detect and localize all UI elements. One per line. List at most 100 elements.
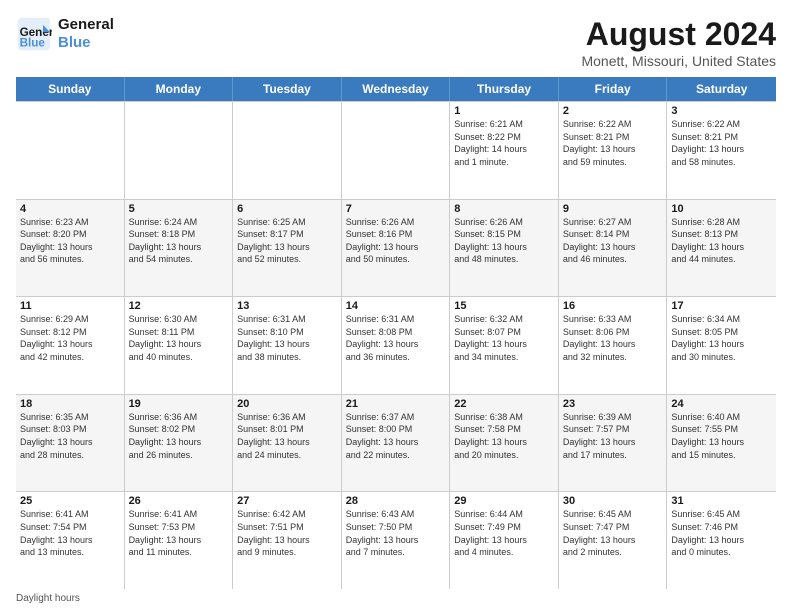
day-number: 10 bbox=[671, 203, 772, 215]
cell-text: Sunrise: 6:41 AM Sunset: 7:54 PM Dayligh… bbox=[20, 508, 120, 558]
calendar-cell: 7Sunrise: 6:26 AM Sunset: 8:16 PM Daylig… bbox=[342, 200, 451, 297]
logo-icon: General Blue bbox=[16, 16, 52, 52]
cell-text: Sunrise: 6:28 AM Sunset: 8:13 PM Dayligh… bbox=[671, 216, 772, 266]
cell-text: Sunrise: 6:26 AM Sunset: 8:15 PM Dayligh… bbox=[454, 216, 554, 266]
cell-text: Sunrise: 6:24 AM Sunset: 8:18 PM Dayligh… bbox=[129, 216, 229, 266]
cell-text: Sunrise: 6:22 AM Sunset: 8:21 PM Dayligh… bbox=[563, 118, 663, 168]
calendar-cell: 27Sunrise: 6:42 AM Sunset: 7:51 PM Dayli… bbox=[233, 492, 342, 589]
cell-text: Sunrise: 6:40 AM Sunset: 7:55 PM Dayligh… bbox=[671, 411, 772, 461]
day-number: 19 bbox=[129, 398, 229, 410]
day-number: 16 bbox=[563, 300, 663, 312]
cell-text: Sunrise: 6:32 AM Sunset: 8:07 PM Dayligh… bbox=[454, 313, 554, 363]
calendar: SundayMondayTuesdayWednesdayThursdayFrid… bbox=[16, 77, 776, 589]
cell-text: Sunrise: 6:45 AM Sunset: 7:47 PM Dayligh… bbox=[563, 508, 663, 558]
cell-text: Sunrise: 6:29 AM Sunset: 8:12 PM Dayligh… bbox=[20, 313, 120, 363]
calendar-cell: 8Sunrise: 6:26 AM Sunset: 8:15 PM Daylig… bbox=[450, 200, 559, 297]
day-number: 20 bbox=[237, 398, 337, 410]
cell-text: Sunrise: 6:22 AM Sunset: 8:21 PM Dayligh… bbox=[671, 118, 772, 168]
day-number: 27 bbox=[237, 495, 337, 507]
cell-text: Sunrise: 6:36 AM Sunset: 8:02 PM Dayligh… bbox=[129, 411, 229, 461]
cell-text: Sunrise: 6:45 AM Sunset: 7:46 PM Dayligh… bbox=[671, 508, 772, 558]
month-title: August 2024 bbox=[581, 16, 776, 53]
day-number: 31 bbox=[671, 495, 772, 507]
calendar-row: 18Sunrise: 6:35 AM Sunset: 8:03 PM Dayli… bbox=[16, 394, 776, 492]
calendar-cell: 19Sunrise: 6:36 AM Sunset: 8:02 PM Dayli… bbox=[125, 395, 234, 492]
calendar-cell bbox=[16, 102, 125, 199]
calendar-cell: 3Sunrise: 6:22 AM Sunset: 8:21 PM Daylig… bbox=[667, 102, 776, 199]
header-cell-sunday: Sunday bbox=[16, 77, 125, 101]
calendar-body: 1Sunrise: 6:21 AM Sunset: 8:22 PM Daylig… bbox=[16, 101, 776, 589]
day-number: 12 bbox=[129, 300, 229, 312]
calendar-cell: 16Sunrise: 6:33 AM Sunset: 8:06 PM Dayli… bbox=[559, 297, 668, 394]
day-number: 17 bbox=[671, 300, 772, 312]
calendar-cell: 24Sunrise: 6:40 AM Sunset: 7:55 PM Dayli… bbox=[667, 395, 776, 492]
day-number: 3 bbox=[671, 105, 772, 117]
calendar-cell: 17Sunrise: 6:34 AM Sunset: 8:05 PM Dayli… bbox=[667, 297, 776, 394]
calendar-cell: 6Sunrise: 6:25 AM Sunset: 8:17 PM Daylig… bbox=[233, 200, 342, 297]
day-number: 13 bbox=[237, 300, 337, 312]
day-number: 25 bbox=[20, 495, 120, 507]
cell-text: Sunrise: 6:43 AM Sunset: 7:50 PM Dayligh… bbox=[346, 508, 446, 558]
calendar-cell: 4Sunrise: 6:23 AM Sunset: 8:20 PM Daylig… bbox=[16, 200, 125, 297]
calendar-cell: 23Sunrise: 6:39 AM Sunset: 7:57 PM Dayli… bbox=[559, 395, 668, 492]
calendar-row: 4Sunrise: 6:23 AM Sunset: 8:20 PM Daylig… bbox=[16, 199, 776, 297]
logo-text-blue: Blue bbox=[58, 34, 114, 52]
calendar-cell: 31Sunrise: 6:45 AM Sunset: 7:46 PM Dayli… bbox=[667, 492, 776, 589]
header-cell-wednesday: Wednesday bbox=[342, 77, 451, 101]
calendar-cell: 26Sunrise: 6:41 AM Sunset: 7:53 PM Dayli… bbox=[125, 492, 234, 589]
svg-text:Blue: Blue bbox=[20, 37, 46, 50]
day-number: 7 bbox=[346, 203, 446, 215]
cell-text: Sunrise: 6:41 AM Sunset: 7:53 PM Dayligh… bbox=[129, 508, 229, 558]
day-number: 11 bbox=[20, 300, 120, 312]
day-number: 15 bbox=[454, 300, 554, 312]
day-number: 14 bbox=[346, 300, 446, 312]
calendar-cell: 15Sunrise: 6:32 AM Sunset: 8:07 PM Dayli… bbox=[450, 297, 559, 394]
day-number: 2 bbox=[563, 105, 663, 117]
cell-text: Sunrise: 6:35 AM Sunset: 8:03 PM Dayligh… bbox=[20, 411, 120, 461]
calendar-cell: 29Sunrise: 6:44 AM Sunset: 7:49 PM Dayli… bbox=[450, 492, 559, 589]
calendar-cell: 30Sunrise: 6:45 AM Sunset: 7:47 PM Dayli… bbox=[559, 492, 668, 589]
cell-text: Sunrise: 6:37 AM Sunset: 8:00 PM Dayligh… bbox=[346, 411, 446, 461]
calendar-cell: 18Sunrise: 6:35 AM Sunset: 8:03 PM Dayli… bbox=[16, 395, 125, 492]
title-block: August 2024 Monett, Missouri, United Sta… bbox=[581, 16, 776, 69]
calendar-cell: 11Sunrise: 6:29 AM Sunset: 8:12 PM Dayli… bbox=[16, 297, 125, 394]
footer-note: Daylight hours bbox=[16, 593, 776, 604]
cell-text: Sunrise: 6:23 AM Sunset: 8:20 PM Dayligh… bbox=[20, 216, 120, 266]
day-number: 6 bbox=[237, 203, 337, 215]
cell-text: Sunrise: 6:31 AM Sunset: 8:08 PM Dayligh… bbox=[346, 313, 446, 363]
calendar-cell: 14Sunrise: 6:31 AM Sunset: 8:08 PM Dayli… bbox=[342, 297, 451, 394]
calendar-cell: 5Sunrise: 6:24 AM Sunset: 8:18 PM Daylig… bbox=[125, 200, 234, 297]
cell-text: Sunrise: 6:21 AM Sunset: 8:22 PM Dayligh… bbox=[454, 118, 554, 168]
calendar-cell: 20Sunrise: 6:36 AM Sunset: 8:01 PM Dayli… bbox=[233, 395, 342, 492]
cell-text: Sunrise: 6:27 AM Sunset: 8:14 PM Dayligh… bbox=[563, 216, 663, 266]
day-number: 29 bbox=[454, 495, 554, 507]
calendar-cell: 28Sunrise: 6:43 AM Sunset: 7:50 PM Dayli… bbox=[342, 492, 451, 589]
location: Monett, Missouri, United States bbox=[581, 53, 776, 69]
day-number: 28 bbox=[346, 495, 446, 507]
day-number: 23 bbox=[563, 398, 663, 410]
header-cell-saturday: Saturday bbox=[667, 77, 776, 101]
header-cell-thursday: Thursday bbox=[450, 77, 559, 101]
calendar-cell: 1Sunrise: 6:21 AM Sunset: 8:22 PM Daylig… bbox=[450, 102, 559, 199]
cell-text: Sunrise: 6:26 AM Sunset: 8:16 PM Dayligh… bbox=[346, 216, 446, 266]
header-cell-monday: Monday bbox=[125, 77, 234, 101]
calendar-cell: 9Sunrise: 6:27 AM Sunset: 8:14 PM Daylig… bbox=[559, 200, 668, 297]
calendar-cell: 10Sunrise: 6:28 AM Sunset: 8:13 PM Dayli… bbox=[667, 200, 776, 297]
calendar-cell: 21Sunrise: 6:37 AM Sunset: 8:00 PM Dayli… bbox=[342, 395, 451, 492]
cell-text: Sunrise: 6:31 AM Sunset: 8:10 PM Dayligh… bbox=[237, 313, 337, 363]
day-number: 21 bbox=[346, 398, 446, 410]
cell-text: Sunrise: 6:30 AM Sunset: 8:11 PM Dayligh… bbox=[129, 313, 229, 363]
calendar-cell: 13Sunrise: 6:31 AM Sunset: 8:10 PM Dayli… bbox=[233, 297, 342, 394]
day-number: 5 bbox=[129, 203, 229, 215]
day-number: 22 bbox=[454, 398, 554, 410]
header-cell-friday: Friday bbox=[559, 77, 668, 101]
calendar-header: SundayMondayTuesdayWednesdayThursdayFrid… bbox=[16, 77, 776, 101]
calendar-row: 11Sunrise: 6:29 AM Sunset: 8:12 PM Dayli… bbox=[16, 296, 776, 394]
calendar-cell bbox=[233, 102, 342, 199]
day-number: 18 bbox=[20, 398, 120, 410]
calendar-row: 1Sunrise: 6:21 AM Sunset: 8:22 PM Daylig… bbox=[16, 101, 776, 199]
calendar-cell: 2Sunrise: 6:22 AM Sunset: 8:21 PM Daylig… bbox=[559, 102, 668, 199]
cell-text: Sunrise: 6:34 AM Sunset: 8:05 PM Dayligh… bbox=[671, 313, 772, 363]
header: General Blue General Blue August 2024 Mo… bbox=[16, 16, 776, 69]
cell-text: Sunrise: 6:44 AM Sunset: 7:49 PM Dayligh… bbox=[454, 508, 554, 558]
